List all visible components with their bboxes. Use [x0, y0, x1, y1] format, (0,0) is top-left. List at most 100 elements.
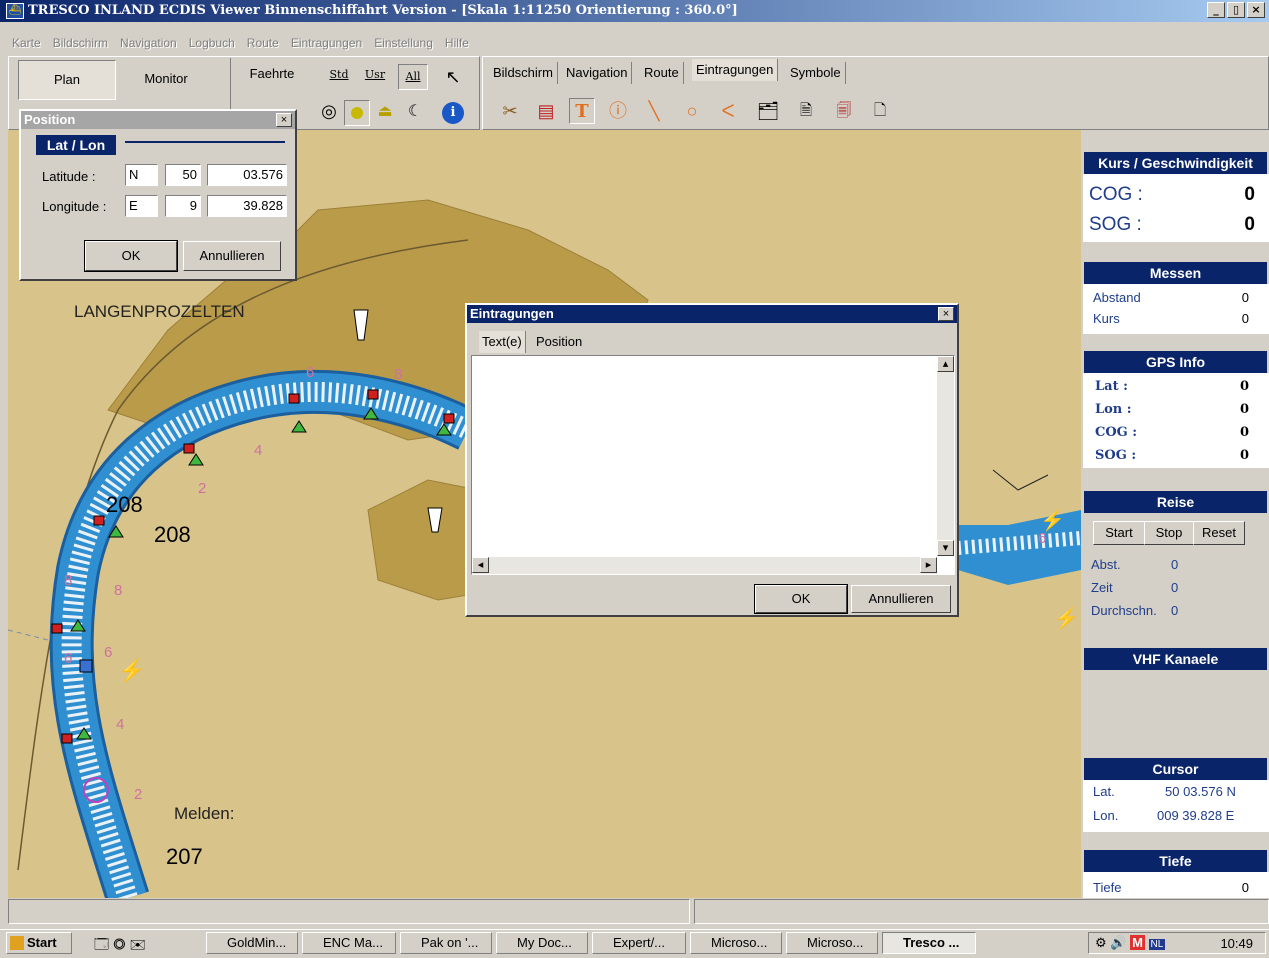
- ok-button[interactable]: OK: [84, 240, 178, 272]
- gps-panel-title: GPS Info: [1084, 351, 1267, 373]
- menu-eintragungen[interactable]: Eintragungen: [285, 33, 368, 53]
- eintragungen-dialog: Eintragungen × Text(e) Position ▴ ▾ ◂ ▸ …: [465, 303, 959, 617]
- longitude-minutes-field[interactable]: 39.828: [207, 195, 287, 217]
- close-icon[interactable]: ×: [938, 307, 954, 321]
- task-button-goldmine[interactable]: GoldMin...: [206, 932, 298, 954]
- menu-route[interactable]: Route: [241, 33, 285, 53]
- list-icon[interactable]: ▤: [533, 98, 559, 124]
- menu-einstellung[interactable]: Einstellung: [368, 33, 439, 53]
- close-button[interactable]: ×: [1247, 2, 1265, 18]
- task-button-expert[interactable]: Expert/...: [592, 932, 686, 954]
- tray-icons[interactable]: ⚙ 🔊 M NL: [1095, 935, 1166, 951]
- vhf-panel-title: VHF Kanaele: [1084, 648, 1267, 670]
- tab-route[interactable]: Route: [640, 62, 684, 84]
- task-button-pak[interactable]: Pak on '...: [400, 932, 492, 954]
- status-pane-right: [694, 899, 1269, 924]
- tab-position[interactable]: Position: [533, 331, 585, 353]
- zeit-value: 0: [1171, 580, 1179, 595]
- menu-navigation[interactable]: Navigation: [114, 33, 183, 53]
- latitude-hemisphere-field[interactable]: N: [125, 164, 158, 186]
- menu-bar: Karte Bildschirm Navigation Logbuch Rout…: [0, 33, 475, 53]
- entry-text-area[interactable]: ▴ ▾ ◂ ▸: [471, 355, 955, 575]
- menu-logbuch[interactable]: Logbuch: [183, 33, 241, 53]
- close-icon[interactable]: ×: [276, 113, 292, 127]
- quick-launch-icons[interactable]: 🗔 ◎ ✉: [94, 934, 146, 958]
- latitude-minutes-field[interactable]: 03.576: [207, 164, 287, 186]
- task-button-tresco[interactable]: Tresco ...: [882, 932, 976, 954]
- polygon-tool-icon[interactable]: ᐸ: [715, 98, 741, 124]
- window-controls: _ ▯ ×: [1207, 2, 1265, 18]
- std-button[interactable]: Std: [326, 68, 352, 86]
- scroll-right-icon[interactable]: ▸: [920, 557, 937, 573]
- tiefe-label: Tiefe: [1093, 880, 1122, 895]
- sog-label: SOG :: [1089, 214, 1142, 235]
- tab-symbole[interactable]: Symbole: [786, 62, 846, 84]
- info-icon[interactable]: i: [442, 102, 464, 124]
- task-button-enc[interactable]: ENC Ma...: [302, 932, 396, 954]
- longitude-hemisphere-field[interactable]: E: [125, 195, 158, 217]
- reset-button[interactable]: Reset: [1193, 521, 1245, 545]
- position-dialog-title: Position: [21, 111, 295, 129]
- dusk-icon[interactable]: ⏏: [372, 100, 398, 126]
- scroll-up-icon[interactable]: ▴: [937, 356, 954, 372]
- night-icon[interactable]: ☾: [402, 100, 428, 126]
- properties-icon[interactable]: 🗂: [755, 98, 781, 124]
- sun-icon[interactable]: [344, 100, 370, 126]
- abst-label: Abst.: [1091, 557, 1121, 572]
- gps-lon-label: Lon :: [1095, 402, 1132, 417]
- scroll-left-icon[interactable]: ◂: [472, 557, 489, 573]
- tab-texte[interactable]: Text(e): [479, 331, 526, 353]
- menu-bildschirm[interactable]: Bildschirm: [47, 33, 114, 53]
- tab-bildschirm[interactable]: Bildschirm: [489, 62, 558, 84]
- gps-cog-label: COG :: [1095, 425, 1138, 440]
- document-icon[interactable]: 🗎: [793, 98, 819, 124]
- all-button[interactable]: All: [398, 64, 428, 90]
- new-document-icon[interactable]: 🗋: [867, 98, 893, 124]
- place-label-langenprozelten: LANGENPROZELTEN: [74, 302, 245, 321]
- menu-hilfe[interactable]: Hilfe: [439, 33, 475, 53]
- cancel-button[interactable]: Annullieren: [183, 241, 281, 271]
- minimize-button[interactable]: _: [1207, 2, 1225, 18]
- usr-button[interactable]: Usr: [362, 68, 388, 86]
- info-panel: Kurs / Geschwindigkeit COG : 0 SOG : 0 M…: [1083, 130, 1269, 898]
- warning-circle-icon[interactable]: ⓘ: [605, 98, 631, 124]
- depth-label: 6: [306, 364, 315, 381]
- menu-karte[interactable]: Karte: [6, 33, 47, 53]
- longitude-degrees-field[interactable]: 9: [165, 195, 201, 217]
- abstand-value: 0: [1241, 290, 1249, 305]
- start-button[interactable]: Start: [1093, 521, 1145, 545]
- reise-panel: Start Stop Reset Abst. 0 Zeit 0 Durchsch…: [1083, 513, 1269, 625]
- faehrte-button[interactable]: Faehrte: [244, 66, 300, 86]
- km-label-208a: 208: [106, 492, 143, 517]
- copy-document-icon[interactable]: 🗐: [831, 98, 857, 124]
- tab-eintragungen[interactable]: Eintragungen: [692, 59, 779, 81]
- window-title-bar: TRESCO INLAND ECDIS Viewer Binnenschiffa…: [0, 0, 1269, 22]
- longitude-label: Longitude :: [42, 199, 107, 214]
- pointer-icon[interactable]: ↖: [440, 64, 466, 90]
- depth-label: 8: [394, 366, 403, 383]
- ok-button[interactable]: OK: [754, 584, 848, 614]
- text-tool-icon[interactable]: T: [569, 98, 595, 124]
- tab-navigation[interactable]: Navigation: [562, 62, 633, 84]
- circle-tool-icon[interactable]: ○: [679, 98, 705, 124]
- task-button-excel[interactable]: Microso...: [690, 932, 782, 954]
- cancel-button[interactable]: Annullieren: [851, 585, 951, 613]
- horizontal-scrollbar[interactable]: ◂ ▸: [472, 557, 937, 574]
- status-pane-left: [8, 899, 690, 924]
- monitor-button[interactable]: Monitor: [118, 60, 214, 100]
- line-tool-icon[interactable]: ╲: [641, 98, 667, 124]
- kurs-panel: COG : 0 SOG : 0: [1083, 174, 1269, 242]
- vertical-scrollbar[interactable]: ▴ ▾: [937, 356, 954, 556]
- cursor-lat-value: 50 03.576 N: [1165, 784, 1236, 799]
- delete-entry-icon[interactable]: ✂: [497, 98, 523, 124]
- stop-button[interactable]: Stop: [1144, 521, 1194, 545]
- target-icon[interactable]: ◎: [318, 100, 340, 122]
- start-button[interactable]: Start: [6, 932, 72, 954]
- task-button-word[interactable]: Microso...: [786, 932, 878, 954]
- latitude-degrees-field[interactable]: 50: [165, 164, 201, 186]
- scroll-down-icon[interactable]: ▾: [937, 540, 954, 556]
- task-button-mydocs[interactable]: My Doc...: [496, 932, 588, 954]
- maximize-button[interactable]: ▯: [1227, 2, 1245, 18]
- plan-button[interactable]: Plan: [18, 60, 116, 100]
- position-dialog: Position × Lat / Lon Latitude : Longitud…: [19, 109, 297, 281]
